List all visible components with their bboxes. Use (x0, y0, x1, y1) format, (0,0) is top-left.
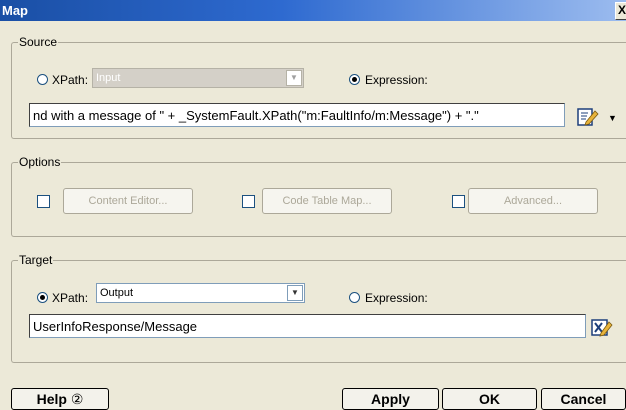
source-expression-field[interactable]: nd with a message of " + _SystemFault.XP… (29, 103, 565, 127)
source-xpath-radio[interactable] (37, 74, 48, 85)
code-table-map-button[interactable]: Code Table Map... (262, 188, 392, 214)
target-xpath-radio[interactable] (37, 292, 48, 303)
chevron-down-icon[interactable]: ▼ (287, 285, 303, 301)
title-bar: Map X (0, 0, 626, 21)
help-button[interactable]: Help ② (11, 388, 109, 410)
apply-button[interactable]: Apply (342, 388, 439, 410)
expression-editor-icon[interactable] (577, 107, 599, 127)
source-expression-radio[interactable] (349, 74, 360, 85)
source-xpath-value: Input (96, 72, 121, 84)
target-path-field[interactable]: UserInfoResponse/Message (29, 314, 586, 338)
content-editor-button[interactable]: Content Editor... (63, 188, 193, 214)
code-table-map-checkbox[interactable] (242, 195, 255, 208)
target-xpath-combo[interactable]: Output ▼ (96, 283, 305, 303)
close-button[interactable]: X (615, 2, 626, 20)
source-legend: Source (19, 35, 58, 49)
chevron-down-icon[interactable]: ▼ (286, 70, 302, 86)
target-expression-radio[interactable] (349, 292, 360, 303)
source-xpath-label: XPath: (52, 73, 89, 87)
radio-selected-dot (40, 295, 45, 300)
advanced-checkbox[interactable] (452, 195, 465, 208)
target-expression-label: Expression: (365, 291, 428, 305)
radio-selected-dot (352, 77, 357, 82)
cancel-button[interactable]: Cancel (541, 388, 626, 410)
source-xpath-combo[interactable]: Input ▼ (92, 68, 304, 88)
caret-down-icon[interactable]: ▼ (608, 113, 617, 123)
target-xpath-value: Output (100, 287, 134, 299)
target-group: Target (11, 253, 626, 363)
source-expression-label: Expression: (365, 73, 428, 87)
advanced-button[interactable]: Advanced... (468, 188, 598, 214)
options-legend: Options (19, 155, 61, 169)
target-xpath-label: XPath: (52, 291, 89, 305)
content-editor-checkbox[interactable] (37, 195, 50, 208)
target-legend: Target (19, 253, 53, 267)
help-icon: ② (70, 391, 84, 407)
xpath-builder-icon[interactable] (591, 318, 613, 338)
ok-button[interactable]: OK (442, 388, 537, 410)
help-label: Help (36, 391, 67, 407)
window-title: Map (2, 3, 28, 18)
